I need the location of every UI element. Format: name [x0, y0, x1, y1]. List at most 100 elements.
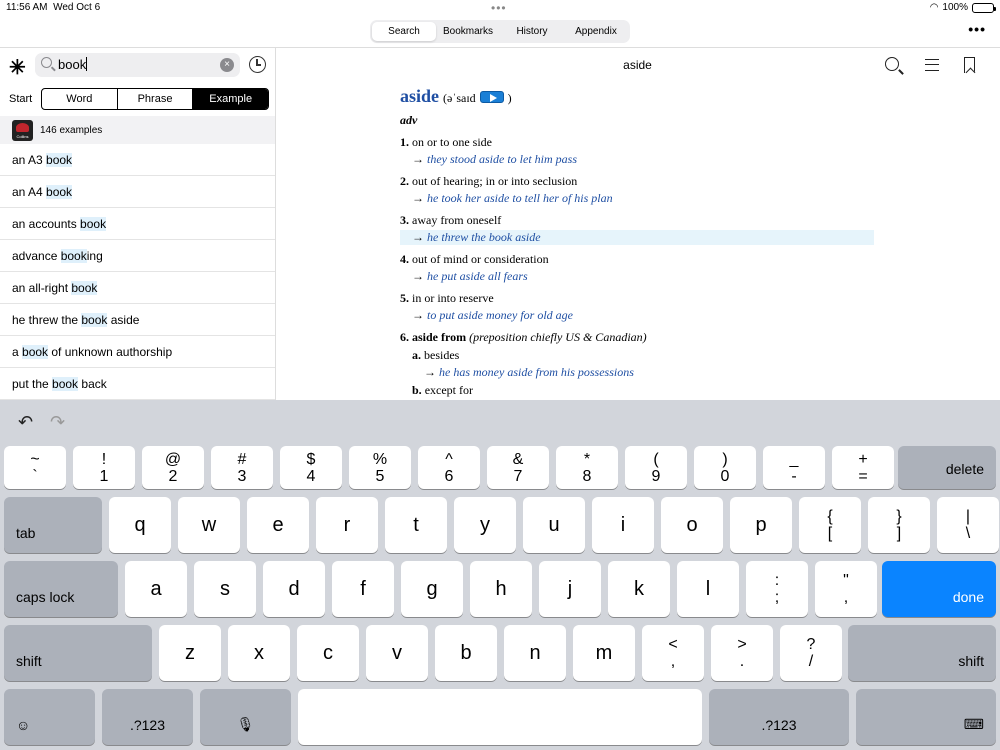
tab-history[interactable]: History: [500, 22, 564, 41]
result-text-match: book: [80, 216, 107, 231]
key-=[interactable]: + =: [832, 446, 894, 489]
result-row[interactable]: an accounts book: [0, 208, 275, 240]
sense-4-example[interactable]: → he put aside all fears: [400, 269, 880, 284]
key-3[interactable]: #3: [211, 446, 273, 489]
key-g[interactable]: g: [401, 561, 463, 617]
filter-example[interactable]: Example: [193, 89, 268, 109]
key-l[interactable]: l: [677, 561, 739, 617]
key-6[interactable]: ^ 6: [418, 446, 480, 489]
key-u[interactable]: u: [523, 497, 585, 553]
key-k[interactable]: k: [608, 561, 670, 617]
key-e[interactable]: e: [247, 497, 309, 553]
battery-percent: 100%: [942, 2, 968, 13]
key-t[interactable]: t: [385, 497, 447, 553]
key-d[interactable]: d: [263, 561, 325, 617]
key-7[interactable]: & 7: [487, 446, 549, 489]
result-row[interactable]: an all-right book: [0, 272, 275, 304]
dictation-mic-icon[interactable]: 🎙: [200, 689, 291, 745]
key-a[interactable]: a: [125, 561, 187, 617]
delete-key[interactable]: delete: [898, 446, 996, 489]
key-i[interactable]: i: [592, 497, 654, 553]
key-1[interactable]: ! 1: [73, 446, 135, 489]
key-x[interactable]: x: [228, 625, 290, 681]
key-z[interactable]: z: [159, 625, 221, 681]
key-b[interactable]: b: [435, 625, 497, 681]
sense-2-example[interactable]: → he took her aside to tell her of his p…: [400, 191, 880, 206]
key-`[interactable]: ~ `: [4, 446, 66, 489]
multitasking-dots[interactable]: •••: [491, 2, 507, 14]
key-sym3-1[interactable]: ",: [815, 561, 877, 617]
undo-icon[interactable]: ↶: [18, 412, 33, 433]
key-sym-0[interactable]: {[: [799, 497, 861, 553]
key-0[interactable]: ) 0: [694, 446, 756, 489]
sense-definition: on or to one side: [412, 135, 492, 149]
key-8[interactable]: * 8: [556, 446, 618, 489]
result-text-match: book: [81, 312, 108, 327]
key-p[interactable]: p: [730, 497, 792, 553]
key-q[interactable]: q: [109, 497, 171, 553]
tab-bookmarks[interactable]: Bookmarks: [436, 22, 500, 41]
emoji-key[interactable]: ☺: [4, 689, 95, 745]
search-field[interactable]: book ×: [35, 53, 240, 77]
key-o[interactable]: o: [661, 497, 723, 553]
result-row[interactable]: he threw the book aside: [0, 304, 275, 336]
key-r[interactable]: r: [316, 497, 378, 553]
key-sym4-0[interactable]: <,: [642, 625, 704, 681]
arrow-icon: →: [412, 191, 424, 205]
key-y[interactable]: y: [454, 497, 516, 553]
filter-segmented-control: Word Phrase Example: [41, 88, 269, 110]
redo-icon[interactable]: ↷: [50, 412, 65, 433]
key-sym-2[interactable]: | \: [937, 497, 999, 553]
key-v[interactable]: v: [366, 625, 428, 681]
key-sym3-0[interactable]: :;: [746, 561, 808, 617]
result-row[interactable]: an A4 book: [0, 176, 275, 208]
caps-lock-key[interactable]: caps lock: [4, 561, 118, 617]
key-9[interactable]: (9: [625, 446, 687, 489]
done-key[interactable]: done: [882, 561, 996, 617]
result-row[interactable]: a book of unknown authorship: [0, 336, 275, 368]
filter-phrase[interactable]: Phrase: [118, 89, 194, 109]
tab-appendix[interactable]: Appendix: [564, 22, 628, 41]
space-key[interactable]: [298, 689, 702, 745]
result-text-pre: he threw the: [12, 312, 82, 327]
entry-viewport[interactable]: aside (əˈsaɪd ) adv 1. on or to one side…: [276, 48, 1000, 400]
shift-right-key[interactable]: shift: [848, 625, 996, 681]
asterisk-icon[interactable]: ✳: [9, 55, 26, 80]
numbers-left-key[interactable]: .?123: [102, 689, 193, 745]
numbers-right-key[interactable]: .?123: [709, 689, 849, 745]
search-input[interactable]: book: [58, 57, 87, 72]
key-4[interactable]: $4: [280, 446, 342, 489]
key-m[interactable]: m: [573, 625, 635, 681]
key-c[interactable]: c: [297, 625, 359, 681]
part-of-speech: adv: [400, 113, 418, 127]
tab-key[interactable]: tab: [4, 497, 102, 553]
key-j[interactable]: j: [539, 561, 601, 617]
sense-3-example[interactable]: → he threw the book aside: [400, 230, 874, 245]
sense-1-example[interactable]: → they stood aside to let him pass: [400, 152, 880, 167]
key-f[interactable]: f: [332, 561, 394, 617]
key-s[interactable]: s: [194, 561, 256, 617]
result-row[interactable]: put the book back: [0, 368, 275, 400]
key-n[interactable]: n: [504, 625, 566, 681]
filter-word[interactable]: Word: [42, 89, 118, 109]
result-row[interactable]: an A3 book: [0, 144, 275, 176]
sense-5-example[interactable]: → to put aside money for old age: [400, 308, 880, 323]
clear-search-icon[interactable]: ×: [220, 58, 234, 72]
more-options-icon[interactable]: •••: [968, 22, 986, 36]
key-sym4-2[interactable]: ? /: [780, 625, 842, 681]
shift-left-key[interactable]: shift: [4, 625, 152, 681]
key-sym-1[interactable]: }]: [868, 497, 930, 553]
arrow-icon: →: [412, 269, 424, 283]
hide-keyboard-icon[interactable]: ⌨: [856, 689, 996, 745]
key-sym4-1[interactable]: >.: [711, 625, 773, 681]
key-w[interactable]: w: [178, 497, 240, 553]
key--[interactable]: _ -: [763, 446, 825, 489]
tab-search[interactable]: Search: [372, 22, 436, 41]
history-clock-icon[interactable]: [249, 56, 266, 73]
result-row[interactable]: advance book ing: [0, 240, 275, 272]
key-2[interactable]: @2: [142, 446, 204, 489]
key-5[interactable]: % 5: [349, 446, 411, 489]
audio-play-icon[interactable]: [479, 91, 504, 103]
key-h[interactable]: h: [470, 561, 532, 617]
sense-6a-example[interactable]: → he has money aside from his possession…: [400, 365, 880, 380]
